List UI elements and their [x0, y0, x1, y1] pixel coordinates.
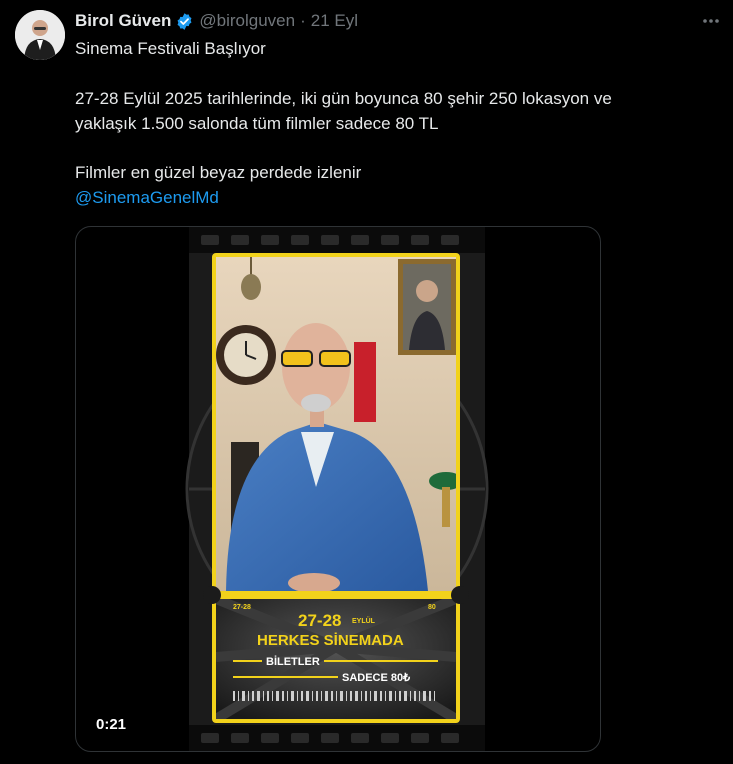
- author-name[interactable]: Birol Güven: [75, 11, 171, 31]
- poster-headline-days: 27-28: [298, 611, 341, 630]
- poster-date-left: 27-28: [233, 604, 251, 611]
- mention-link[interactable]: @SinemaGenelMd: [75, 186, 219, 210]
- poster-date-right: 80: [428, 604, 436, 611]
- tweet-text-line-3: yaklaşık 1.500 salonda tüm filmler sadec…: [75, 114, 439, 133]
- header-separator: ·: [300, 11, 306, 30]
- tweet-header: Birol Güven @birolguven · 21 Eyl: [75, 10, 358, 32]
- video-duration: 0:21: [96, 716, 127, 733]
- poster-price-label: SADECE 80₺: [342, 672, 410, 684]
- video-frame: 27-28 80 27-28 EYLÜL HERKES SİNEMADA BİL…: [185, 227, 489, 751]
- author-handle[interactable]: @birolguven: [199, 11, 295, 31]
- poster-headline-text: HERKES SİNEMADA: [257, 632, 404, 649]
- avatar[interactable]: [15, 10, 65, 60]
- video-player[interactable]: 27-28 80 27-28 EYLÜL HERKES SİNEMADA BİL…: [75, 226, 601, 752]
- tweet-text-line-4: Filmler en güzel beyaz perdede izlenir: [75, 163, 362, 182]
- tweet-date[interactable]: 21 Eyl: [311, 11, 358, 31]
- poster-headline-month: EYLÜL: [352, 616, 376, 625]
- tweet-text-line-2: 27-28 Eylül 2025 tarihlerinde, iki gün b…: [75, 89, 612, 108]
- poster-tickets-label: BİLETLER: [266, 655, 320, 668]
- avatar-image: [15, 10, 65, 60]
- verified-badge-icon[interactable]: [175, 12, 194, 31]
- more-horizontal-icon[interactable]: [698, 10, 724, 32]
- tweet-text-line-1: Sinema Festivali Başlıyor: [75, 39, 266, 58]
